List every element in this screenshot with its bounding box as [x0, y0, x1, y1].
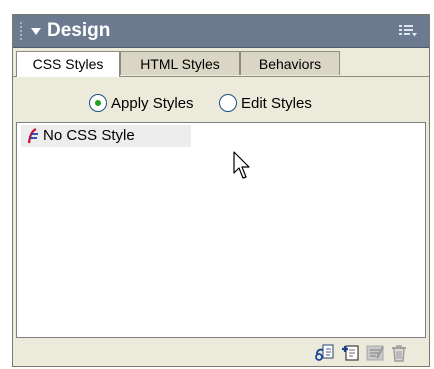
- tab-html-styles[interactable]: HTML Styles: [120, 51, 240, 75]
- no-style-icon: [27, 128, 38, 144]
- panel-footer-toolbar: [13, 339, 429, 367]
- new-style-icon[interactable]: [341, 344, 361, 362]
- delete-icon[interactable]: [389, 344, 409, 362]
- tab-label: CSS Styles: [32, 56, 104, 72]
- tab-css-styles[interactable]: CSS Styles: [16, 51, 120, 77]
- radio-selected-dot: [95, 100, 101, 106]
- edit-styles-label[interactable]: Edit Styles: [241, 93, 312, 114]
- apply-styles-radio[interactable]: [89, 94, 107, 112]
- apply-styles-label[interactable]: Apply Styles: [111, 93, 194, 114]
- panel-options-menu-icon[interactable]: [399, 24, 417, 38]
- list-item[interactable]: No CSS Style: [21, 125, 191, 147]
- panel-grip-handle[interactable]: [19, 21, 23, 41]
- design-panel: Design CSS Styles HTML Styles Behaviors …: [12, 14, 430, 367]
- edit-style-icon[interactable]: [365, 344, 385, 362]
- tab-label: HTML Styles: [140, 56, 220, 72]
- style-mode-radio-group: Apply Styles Edit Styles: [13, 93, 429, 115]
- attach-stylesheet-icon[interactable]: [315, 344, 335, 362]
- panel-title[interactable]: Design: [47, 20, 110, 42]
- edit-styles-radio[interactable]: [219, 94, 237, 112]
- collapse-arrow-icon[interactable]: [31, 28, 41, 35]
- mouse-pointer-icon: [233, 151, 250, 179]
- tab-behaviors[interactable]: Behaviors: [240, 51, 340, 75]
- list-item-label: No CSS Style: [43, 127, 135, 144]
- tab-label: Behaviors: [258, 56, 322, 72]
- panel-titlebar[interactable]: Design: [13, 15, 429, 48]
- css-style-list[interactable]: No CSS Style: [16, 122, 426, 338]
